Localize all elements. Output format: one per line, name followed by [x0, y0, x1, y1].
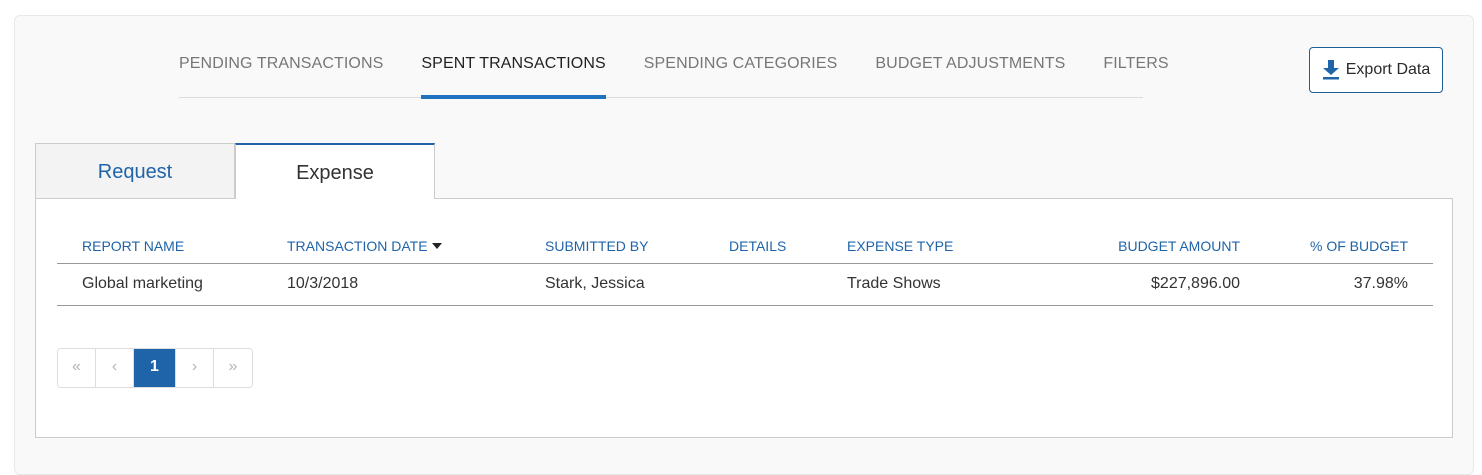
- last-page-button[interactable]: »: [214, 349, 252, 387]
- pagination: « ‹ 1 › »: [57, 348, 253, 388]
- tab-request[interactable]: Request: [35, 143, 235, 199]
- cell-details: [704, 263, 822, 306]
- column-header-submitted-by[interactable]: SUBMITTED BY: [520, 229, 704, 264]
- download-icon: [1322, 60, 1340, 80]
- next-page-button[interactable]: ›: [176, 349, 214, 387]
- column-header-expense-type[interactable]: EXPENSE TYPE: [822, 229, 1034, 264]
- tab-spent-transactions[interactable]: SPENT TRANSACTIONS: [421, 16, 607, 99]
- sub-tab-bar: Request Expense: [35, 143, 435, 199]
- column-header-details[interactable]: DETAILS: [704, 229, 822, 264]
- top-tab-bar: PENDING TRANSACTIONS SPENT TRANSACTIONS …: [179, 16, 1169, 99]
- tab-filters[interactable]: FILTERS: [1103, 16, 1168, 98]
- transactions-panel: PENDING TRANSACTIONS SPENT TRANSACTIONS …: [14, 15, 1474, 475]
- table-row[interactable]: Global marketing 10/3/2018 Stark, Jessic…: [57, 263, 1433, 306]
- cell-budget-amount: $227,896.00: [1034, 263, 1265, 306]
- column-header-percent-of-budget[interactable]: % OF BUDGET: [1265, 229, 1433, 264]
- previous-page-button[interactable]: ‹: [96, 349, 134, 387]
- cell-percent-of-budget: 37.98%: [1265, 263, 1433, 306]
- cell-transaction-date: 10/3/2018: [262, 263, 520, 306]
- cell-expense-type: Trade Shows: [822, 263, 1034, 306]
- expense-table-container: REPORT NAME TRANSACTION DATE SUBMITTED B…: [35, 198, 1453, 438]
- column-header-report-name[interactable]: REPORT NAME: [57, 229, 262, 264]
- export-data-button[interactable]: Export Data: [1309, 47, 1443, 93]
- tab-spending-categories[interactable]: SPENDING CATEGORIES: [644, 16, 838, 98]
- cell-submitted-by: Stark, Jessica: [520, 263, 704, 306]
- tab-pending-transactions[interactable]: PENDING TRANSACTIONS: [179, 16, 383, 98]
- cell-report-name: Global marketing: [57, 263, 262, 306]
- export-data-label: Export Data: [1345, 61, 1431, 78]
- transactions-table: REPORT NAME TRANSACTION DATE SUBMITTED B…: [57, 229, 1433, 306]
- page-1-button[interactable]: 1: [134, 349, 176, 387]
- column-header-transaction-date-label: TRANSACTION DATE: [287, 237, 428, 254]
- first-page-button[interactable]: «: [58, 349, 96, 387]
- column-header-transaction-date[interactable]: TRANSACTION DATE: [262, 229, 520, 264]
- sort-descending-icon: [431, 242, 442, 249]
- tab-budget-adjustments[interactable]: BUDGET ADJUSTMENTS: [875, 16, 1065, 98]
- column-header-budget-amount[interactable]: BUDGET AMOUNT: [1034, 229, 1265, 264]
- table-header-row: REPORT NAME TRANSACTION DATE SUBMITTED B…: [57, 229, 1433, 264]
- tab-expense[interactable]: Expense: [235, 143, 435, 199]
